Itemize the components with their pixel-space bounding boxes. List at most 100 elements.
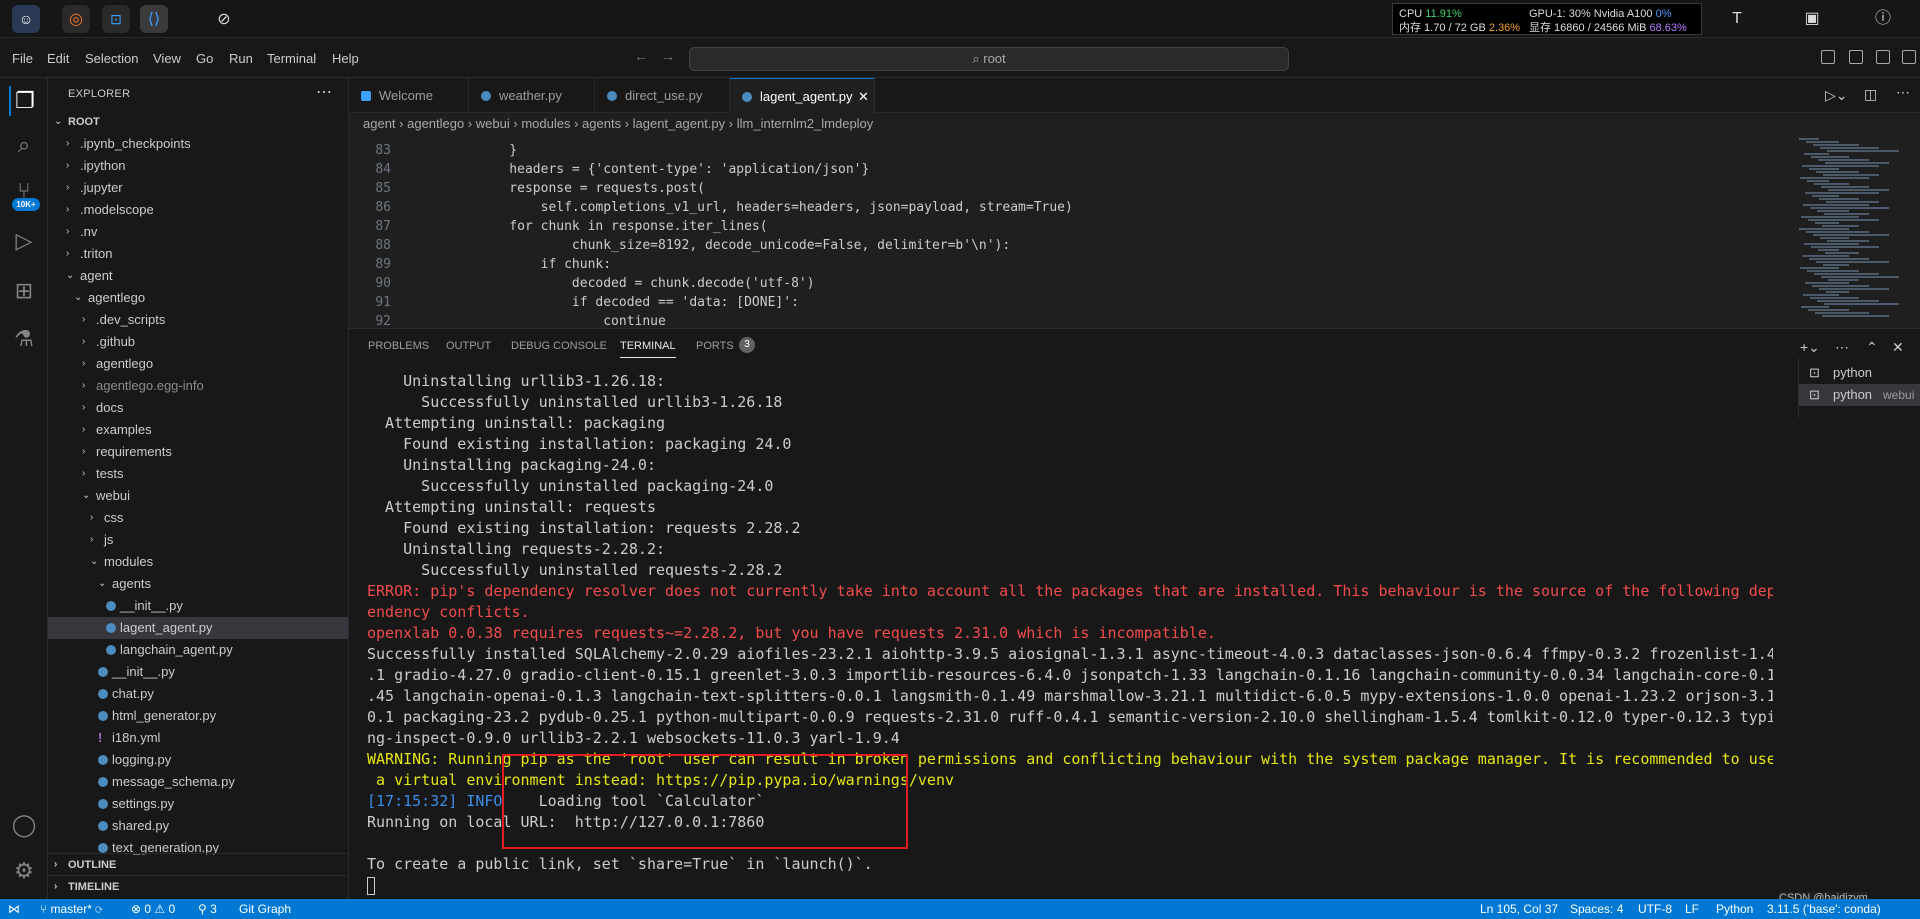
tab-output[interactable]: OUTPUT	[446, 340, 491, 352]
menu-go[interactable]: Go	[196, 51, 213, 66]
code-line[interactable]: 92 continue	[349, 312, 1789, 328]
close-tab-icon[interactable]: ✕	[858, 79, 869, 114]
close-panel-icon[interactable]: ✕	[1892, 339, 1904, 356]
breadcrumb-item[interactable]: lagent_agent.py	[633, 116, 726, 131]
menu-edit[interactable]: Edit	[47, 51, 69, 66]
menu-run[interactable]: Run	[229, 51, 253, 66]
breadcrumb-item[interactable]: agentlego	[407, 116, 464, 131]
folder-item[interactable]: › .github	[48, 331, 348, 353]
toggle-secondary-sidebar-icon[interactable]	[1876, 50, 1890, 64]
jupyter-icon[interactable]: ◎	[62, 5, 90, 33]
folder-item[interactable]: ⌄ agentlego	[48, 287, 348, 309]
folder-item[interactable]: › tests	[48, 463, 348, 485]
back-arrow-icon[interactable]: ←	[634, 48, 648, 64]
toggle-sidebar-icon[interactable]	[1821, 50, 1835, 64]
menu-help[interactable]: Help	[332, 51, 359, 66]
folder-item[interactable]: › examples	[48, 419, 348, 441]
ports-status[interactable]: ⚲ 3	[198, 899, 217, 919]
code-line[interactable]: 90 decoded = chunk.decode('utf-8')	[349, 274, 1789, 293]
tab-terminal[interactable]: TERMINAL	[620, 340, 676, 358]
account-icon[interactable]: ◯	[9, 810, 39, 840]
outline-section[interactable]: › OUTLINE	[48, 853, 348, 875]
code-line[interactable]: 87 for chunk in response.iter_lines(	[349, 217, 1789, 236]
tab-lagent-agent[interactable]: lagent_agent.py ✕	[730, 78, 875, 113]
vscode-app-icon[interactable]: ⊡	[102, 5, 130, 33]
git-graph-status[interactable]: Git Graph	[239, 899, 291, 919]
manage-gear-icon[interactable]: ⚙	[9, 856, 39, 886]
breadcrumb-item[interactable]: webui	[476, 116, 510, 131]
menu-terminal[interactable]: Terminal	[267, 51, 316, 66]
problems-status[interactable]: ⊗ 0 ⚠ 0	[131, 899, 175, 919]
folder-item[interactable]: › .triton	[48, 243, 348, 265]
remote-icon[interactable]: ⋈	[8, 899, 20, 919]
tab-problems[interactable]: PROBLEMS	[368, 340, 429, 352]
terminal-item-python-webui[interactable]: ⊡ python webui	[1799, 384, 1920, 406]
cursor-position[interactable]: Ln 105, Col 37	[1480, 899, 1558, 919]
file-item[interactable]: lagent_agent.py	[48, 617, 348, 639]
tab-ports[interactable]: PORTS	[696, 340, 734, 352]
terminal-item-python[interactable]: ⊡ python	[1799, 362, 1920, 384]
menu-file[interactable]: File	[12, 51, 33, 66]
code-line[interactable]: 91 if decoded == 'data: [DONE]':	[349, 293, 1789, 312]
breadcrumb-item[interactable]: modules	[521, 116, 570, 131]
folder-item[interactable]: › .ipynb_checkpoints	[48, 133, 348, 155]
testing-icon[interactable]: ⚗	[9, 324, 39, 354]
run-debug-icon[interactable]: ▷	[9, 226, 39, 256]
panel-more-icon[interactable]: ⋯	[1835, 339, 1849, 356]
folder-item[interactable]: › .jupyter	[48, 177, 348, 199]
file-item[interactable]: message_schema.py	[48, 771, 348, 793]
code-line[interactable]: 86 self.completions_v1_url, headers=head…	[349, 198, 1789, 217]
customize-layout-icon[interactable]	[1902, 50, 1916, 64]
folder-item[interactable]: › .ipython	[48, 155, 348, 177]
code-line[interactable]: 83 }	[349, 141, 1789, 160]
folder-item[interactable]: › .nv	[48, 221, 348, 243]
folder-item[interactable]: › requirements	[48, 441, 348, 463]
code-line[interactable]: 84 headers = {'content-type': 'applicati…	[349, 160, 1789, 179]
toggle-panel-icon[interactable]	[1849, 50, 1863, 64]
file-item[interactable]: __init__.py	[48, 595, 348, 617]
encoding[interactable]: UTF-8	[1638, 899, 1672, 919]
run-python-file-icon[interactable]: ▷⌄	[1825, 87, 1848, 104]
tab-weather[interactable]: weather.py	[469, 78, 595, 113]
search-icon[interactable]: ⌕	[9, 130, 39, 160]
tab-welcome[interactable]: Welcome	[349, 78, 469, 113]
app-logo-icon[interactable]: ☺	[12, 5, 40, 33]
explorer-icon[interactable]: ❐	[9, 86, 39, 116]
menu-selection[interactable]: Selection	[85, 51, 138, 66]
file-item[interactable]: shared.py	[48, 815, 348, 837]
tensorflow-icon[interactable]: T	[1727, 9, 1747, 29]
forward-arrow-icon[interactable]: →	[661, 48, 675, 64]
folder-item[interactable]: › .dev_scripts	[48, 309, 348, 331]
folder-item[interactable]: › .modelscope	[48, 199, 348, 221]
file-item[interactable]: __init__.py	[48, 661, 348, 683]
code-line[interactable]: 89 if chunk:	[349, 255, 1789, 274]
folder-item[interactable]: › docs	[48, 397, 348, 419]
breadcrumb-item[interactable]: agent	[363, 116, 396, 131]
menu-view[interactable]: View	[153, 51, 181, 66]
folder-item[interactable]: ⌄ agents	[48, 573, 348, 595]
vscode-active-icon[interactable]: ⟨⟩	[140, 5, 168, 33]
info-icon[interactable]: ⓘ	[1873, 9, 1893, 29]
file-item[interactable]: chat.py	[48, 683, 348, 705]
timeline-section[interactable]: › TIMELINE	[48, 875, 348, 897]
tab-direct-use[interactable]: direct_use.py	[595, 78, 730, 113]
breadcrumb-item[interactable]: llm_internlm2_lmdeploy	[737, 116, 874, 131]
split-editor-icon[interactable]: ◫	[1864, 86, 1877, 103]
image-icon[interactable]: ▣	[1802, 9, 1822, 29]
compass-icon[interactable]: ⊘	[210, 5, 238, 33]
code-line[interactable]: 85 response = requests.post(	[349, 179, 1789, 198]
extensions-icon[interactable]: ⊞	[9, 276, 39, 306]
folder-item[interactable]: › js	[48, 529, 348, 551]
file-item[interactable]: langchain_agent.py	[48, 639, 348, 661]
folder-item[interactable]: › css	[48, 507, 348, 529]
breadcrumb-item[interactable]: agents	[582, 116, 621, 131]
command-center-search[interactable]: ⌕ root	[689, 47, 1289, 71]
code-editor[interactable]: 83 } 84 headers = {'content-type': 'appli…	[349, 135, 1789, 328]
folder-item[interactable]: › agentlego	[48, 353, 348, 375]
folder-item[interactable]: › agentlego.egg-info	[48, 375, 348, 397]
code-line[interactable]: 88 chunk_size=8192, decode_unicode=False…	[349, 236, 1789, 255]
file-item[interactable]: settings.py	[48, 793, 348, 815]
folder-item[interactable]: ⌄ agent	[48, 265, 348, 287]
maximize-panel-icon[interactable]: ⌃	[1866, 339, 1878, 356]
tree-root[interactable]: ⌄ ROOT	[48, 111, 348, 133]
